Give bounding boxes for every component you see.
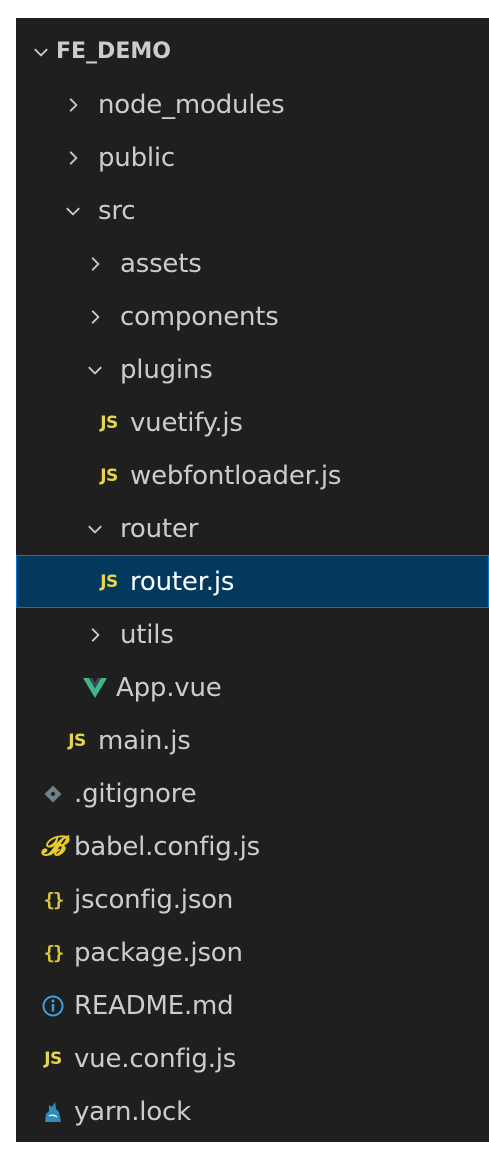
- javascript-file-icon: JS: [94, 569, 124, 595]
- tree-folder-components[interactable]: components: [16, 290, 489, 343]
- screenshot-frame: FE_DEMO node_modulespublic src assets compo…: [0, 0, 489, 1164]
- tree-item-label: public: [98, 142, 176, 173]
- tree-item-label: router.js: [130, 566, 235, 597]
- tree-folder-plugins[interactable]: plugins: [16, 343, 489, 396]
- tree-item-label: jsconfig.json: [74, 884, 234, 915]
- tree-folder-src[interactable]: src: [16, 184, 489, 237]
- explorer-root-header[interactable]: FE_DEMO: [16, 25, 489, 78]
- json-file-icon: {}: [38, 940, 68, 966]
- json-badge-text: {}: [43, 888, 65, 911]
- tree-file-vuetify-js[interactable]: JS vuetify.js: [16, 396, 489, 449]
- tree-item-label: App.vue: [116, 672, 222, 703]
- javascript-file-icon: JS: [62, 728, 92, 754]
- chevron-down-icon: [84, 518, 106, 540]
- tree-folder-router[interactable]: router: [16, 502, 489, 555]
- chevron-down-icon: [30, 41, 52, 63]
- tree-item-label: src: [98, 195, 136, 226]
- js-badge-text: JS: [44, 1048, 62, 1069]
- tree-item-label: assets: [120, 248, 202, 279]
- git-diamond-icon: [38, 781, 68, 807]
- tree-folder-utils[interactable]: utils: [16, 608, 489, 661]
- yarn-cat-icon: [38, 1099, 68, 1125]
- chevron-right-icon: [84, 624, 106, 646]
- tree-file-vue-config-js[interactable]: JS vue.config.js: [16, 1032, 489, 1085]
- tree-item-label: webfontloader.js: [130, 460, 342, 491]
- tree-folder-public[interactable]: public: [16, 131, 489, 184]
- tree-item-label: babel.config.js: [74, 831, 261, 862]
- js-badge-text: JS: [100, 412, 118, 433]
- javascript-file-icon: JS: [38, 1046, 68, 1072]
- json-badge-text: {}: [43, 941, 65, 964]
- js-badge-text: JS: [68, 730, 86, 751]
- chevron-right-icon: [62, 147, 84, 169]
- tree-item-label: main.js: [98, 725, 191, 756]
- tree-folder-node-modules[interactable]: node_modules: [16, 78, 489, 131]
- tree-file-package-json[interactable]: {} package.json: [16, 926, 489, 979]
- tree-item-label: components: [120, 301, 279, 332]
- chevron-down-icon: [84, 359, 106, 381]
- tree-folder-assets[interactable]: assets: [16, 237, 489, 290]
- tree-file-jsconfig-json[interactable]: {} jsconfig.json: [16, 873, 489, 926]
- tree-item-label: router: [120, 513, 199, 544]
- file-tree: FE_DEMO node_modulespublic src assets compo…: [16, 25, 489, 1138]
- tree-file-gitignore[interactable]: .gitignore: [16, 767, 489, 820]
- tree-item-label: plugins: [120, 354, 213, 385]
- babel-logo-icon: 𝓑: [38, 830, 68, 862]
- tree-file-babel-config-js[interactable]: 𝓑babel.config.js: [16, 820, 489, 873]
- tree-item-label: node_modules: [98, 89, 285, 120]
- tree-file-main-js[interactable]: JS main.js: [16, 714, 489, 767]
- tree-file-readme-md[interactable]: README.md: [16, 979, 489, 1032]
- javascript-file-icon: JS: [94, 410, 124, 436]
- tree-item-label: yarn.lock: [74, 1096, 191, 1127]
- chevron-right-icon: [84, 306, 106, 328]
- javascript-file-icon: JS: [94, 463, 124, 489]
- chevron-down-icon: [62, 200, 84, 222]
- tree-file-router-js[interactable]: JS router.js: [16, 555, 489, 608]
- tree-item-label: .gitignore: [74, 778, 197, 809]
- explorer-root-label: FE_DEMO: [56, 39, 171, 64]
- babel-glyph: 𝓑: [41, 830, 65, 862]
- js-badge-text: JS: [100, 571, 118, 592]
- json-file-icon: {}: [38, 887, 68, 913]
- tree-item-label: package.json: [74, 937, 243, 968]
- info-icon: [38, 993, 68, 1019]
- vue-logo-icon: [80, 675, 110, 701]
- tree-file-yarn-lock[interactable]: yarn.lock: [16, 1085, 489, 1138]
- tree-item-label: vuetify.js: [130, 407, 243, 438]
- chevron-right-icon: [62, 94, 84, 116]
- tree-file-app-vue[interactable]: App.vue: [16, 661, 489, 714]
- tree-item-label: README.md: [74, 990, 234, 1021]
- explorer-panel: FE_DEMO node_modulespublic src assets compo…: [16, 18, 489, 1142]
- tree-item-label: vue.config.js: [74, 1043, 237, 1074]
- chevron-right-icon: [84, 253, 106, 275]
- js-badge-text: JS: [100, 465, 118, 486]
- tree-item-label: utils: [120, 619, 174, 650]
- tree-file-webfontloader-js[interactable]: JS webfontloader.js: [16, 449, 489, 502]
